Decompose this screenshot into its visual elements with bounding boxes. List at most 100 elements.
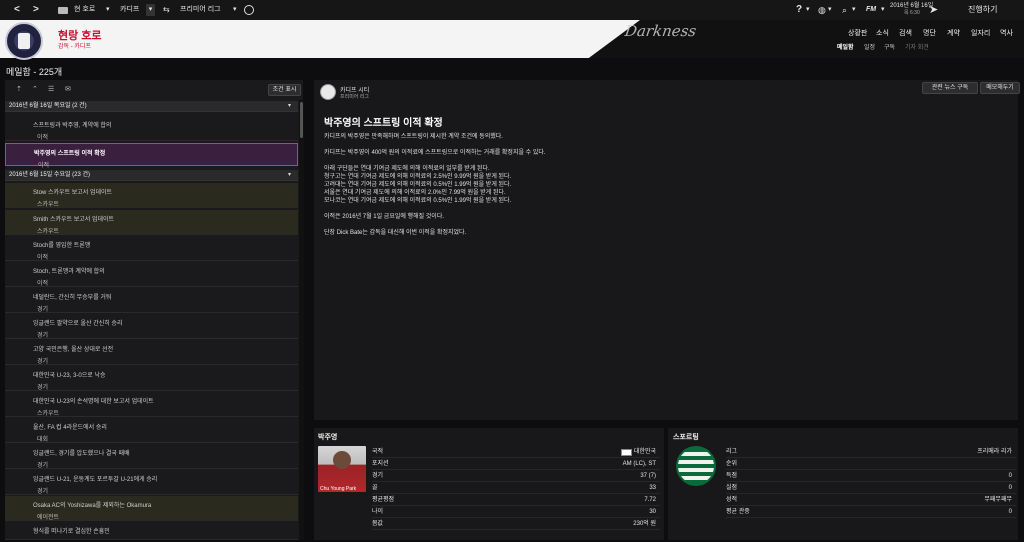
team-subtitle: 감독 - 카디프 <box>58 44 91 50</box>
list-item[interactable]: 스프트링과 박주영, 계약에 합의 이적 <box>5 116 298 141</box>
list-item-selected[interactable]: 박주영의 스프트링 이적 확정 이적 <box>5 143 298 169</box>
message-paragraph: 이적은 2016년 7월 1일 금요일에 행해질 것이다. <box>324 214 445 220</box>
page-title: 메일함 - 225개 <box>6 67 63 77</box>
message-category: 경기 <box>37 489 49 495</box>
list-item[interactable]: Osaka AC의 Yoshizawa를 제외하는 Okamura 에이전트 <box>5 496 298 521</box>
player-row: 몸값 230억 원 <box>372 518 660 530</box>
collapse-group-icon[interactable]: ▾ <box>288 171 291 178</box>
memo-button[interactable]: 메모해두기 <box>980 82 1020 94</box>
message-title: 잉글랜드 팔약으로 올산 간신히 승리 <box>33 321 123 327</box>
message-title: Stoch를 영입한 트론맹 <box>33 243 91 249</box>
message-paragraph: 고려대는 연대 기여금 제도에 의해 이적료의 0.5%인 1.99억 원을 받… <box>324 182 512 188</box>
nav-news[interactable]: 소식 <box>876 28 889 38</box>
nav-jobs[interactable]: 일자리 <box>971 28 990 38</box>
club-row: 리그 프리메라 리가 <box>726 446 1016 458</box>
message-category: 경기 <box>37 333 49 339</box>
message-title: Smith 스카우트 보고서 업데이트 <box>33 217 115 223</box>
move-up-icon[interactable]: ⇡ <box>16 85 22 93</box>
message-title: Osaka AC의 Yoshizawa를 제외하는 Okamura <box>33 503 152 509</box>
club-card-title[interactable]: 스포르팅 <box>673 432 699 442</box>
message-title: 고양 국민은행, 올산 상대로 선전 <box>33 347 114 353</box>
mail-icon[interactable]: ✉ <box>65 85 71 93</box>
club-dropdown-icon[interactable]: ▾ <box>146 4 155 16</box>
message-paragraph: 단장 Dick Bate는 감독을 대신해 이번 이적을 확정지었다. <box>324 230 467 236</box>
message-paragraph: 모나코는 연대 기여금 제도에 의해 이적료의 0.5%인 1.99억 원을 받… <box>324 198 512 204</box>
list-item[interactable]: 네덜란드, 간신히 무승부를 거둬 경기 <box>5 288 298 313</box>
date-group-header[interactable]: 2016년 6월 15일 수요일 (23 건) <box>5 170 298 181</box>
search-dropdown-icon[interactable]: ▾ <box>852 4 856 16</box>
league-dropdown-icon[interactable]: ▾ <box>233 4 237 16</box>
list-item[interactable]: 울산, FA 컵 4라운드에서 승리 대회 <box>5 418 298 443</box>
message-title: Stoch, 트론맹과 계약에 합의 <box>33 269 105 275</box>
club-row: 실점 0 <box>726 482 1016 494</box>
club-row: 평균 관중 0 <box>726 506 1016 518</box>
list-icon[interactable]: ☰ <box>48 85 54 93</box>
message-category: 이적 <box>37 135 49 141</box>
message-category: 경기 <box>37 463 49 469</box>
list-item[interactable]: 대한민국 U-23의 손석명에 대한 보고서 업데이트 스카우트 <box>5 392 298 417</box>
continue-button[interactable]: 진행하기 <box>968 4 997 16</box>
nav-search[interactable]: 검색 <box>899 28 912 38</box>
message-category: 스카우트 <box>37 411 60 417</box>
player-row: 골 33 <box>372 482 660 494</box>
player-row: 포지션 AM (LC), ST <box>372 458 660 470</box>
nav-squad[interactable]: 명단 <box>923 28 936 38</box>
sender-league: 프리미어 리그 <box>340 94 369 100</box>
search-icon[interactable]: ⌕ <box>842 4 847 16</box>
collapse-icon[interactable]: ⌃ <box>32 85 38 93</box>
dropdown-icon[interactable]: ▾ <box>106 4 110 16</box>
message-title: 울산, FA 컵 4라운드에서 승리 <box>33 425 107 431</box>
filter-button[interactable]: 조건 표시 <box>268 84 301 96</box>
list-item[interactable]: 고양 국민은행, 올산 상대로 선전 경기 <box>5 340 298 365</box>
continue-arrow-icon[interactable]: ➤ <box>929 4 938 16</box>
list-item[interactable]: 잉글랜드 팔약으로 올산 간신히 승리 경기 <box>5 314 298 339</box>
club-logo[interactable] <box>5 22 43 60</box>
club-crest <box>676 446 716 486</box>
inbox-scrollbar[interactable] <box>299 100 304 540</box>
collapse-group-icon[interactable]: ▾ <box>288 102 291 109</box>
list-item[interactable]: Smith 스카우트 보고서 업데이트 스카우트 <box>5 210 298 235</box>
inbox-scrollbar-thumb[interactable] <box>300 102 303 138</box>
list-item[interactable]: Stoch, 트론맹과 계약에 합의 이적 <box>5 262 298 287</box>
player-row: 경기 37 (7) <box>372 470 660 482</box>
globe-dropdown-icon[interactable]: ▾ <box>828 4 832 16</box>
club-row: 순위 <box>726 458 1016 470</box>
list-item[interactable]: 형식를 떠나기로 결심한 손흥민 <box>5 522 298 540</box>
list-item[interactable]: 대한민국 U-23, 3-0으로 낙승 경기 <box>5 366 298 391</box>
forward-arrow-icon[interactable]: > <box>33 4 39 16</box>
list-item[interactable]: Stoch를 영입한 트론맹 이적 <box>5 236 298 261</box>
help-dropdown-icon[interactable]: ▾ <box>806 4 810 16</box>
fm-menu[interactable]: FM <box>866 4 876 16</box>
player-row: 평균평점 7.72 <box>372 494 660 506</box>
tab-press-conference[interactable]: 기자 회견 <box>905 42 929 51</box>
league-link[interactable]: 프리미어 리그 <box>180 4 221 16</box>
player-row: 나이 30 <box>372 506 660 518</box>
home-club-link[interactable]: 현 호로 <box>74 4 95 16</box>
back-arrow-icon[interactable]: < <box>14 4 20 16</box>
globe-icon[interactable]: ◍ <box>818 4 826 16</box>
message-title: 잉글랜드 U-21, 운동계도 포르투갈 U-21에게 승리 <box>33 477 158 483</box>
add-icon[interactable] <box>244 5 254 15</box>
message-title: 네덜란드, 간신히 무승부를 거둬 <box>33 295 112 301</box>
help-icon[interactable]: ? <box>796 4 802 16</box>
list-item[interactable]: Stow 스카우트 보고서 업데이트 스카우트 <box>5 183 298 208</box>
message-category: 대회 <box>37 437 49 443</box>
club-link[interactable]: 카디프 <box>120 4 139 16</box>
date-group-header[interactable]: 2016년 6월 16일 목요일 (2 건) <box>5 101 298 112</box>
swap-icon[interactable]: ⇆ <box>163 4 170 16</box>
list-item[interactable]: 잉글랜드 U-21, 운동계도 포르투갈 U-21에게 승리 경기 <box>5 470 298 495</box>
player-card-title[interactable]: 박주영 <box>318 432 337 442</box>
tab-schedule[interactable]: 일정 <box>864 42 875 51</box>
nav-contracts[interactable]: 계약 <box>947 28 960 38</box>
tab-inbox[interactable]: 메일함 <box>837 42 854 51</box>
related-news-button[interactable]: 관련 뉴스 구독 <box>922 82 978 94</box>
message-category: 이적 <box>37 255 49 261</box>
message-paragraph: 카디프는 박주영이 400억 원의 이적료에 스프트링으로 이적하는 거래를 확… <box>324 150 546 156</box>
list-item[interactable]: 잉글랜드, 경기를 압도했으나 결국 패배 경기 <box>5 444 298 469</box>
fm-dropdown-icon[interactable]: ▾ <box>881 4 885 16</box>
message-title: 잉글랜드, 경기를 압도했으나 결국 패배 <box>33 451 130 457</box>
message-paragraph: 청구고는 연대 기여금 제도에 의해 이적료의 2.5%인 9.99억 원을 받… <box>324 174 512 180</box>
nav-history[interactable]: 역사 <box>1000 28 1013 38</box>
tab-subscriptions[interactable]: 구독 <box>884 42 895 51</box>
nav-overview[interactable]: 상황판 <box>848 28 867 38</box>
